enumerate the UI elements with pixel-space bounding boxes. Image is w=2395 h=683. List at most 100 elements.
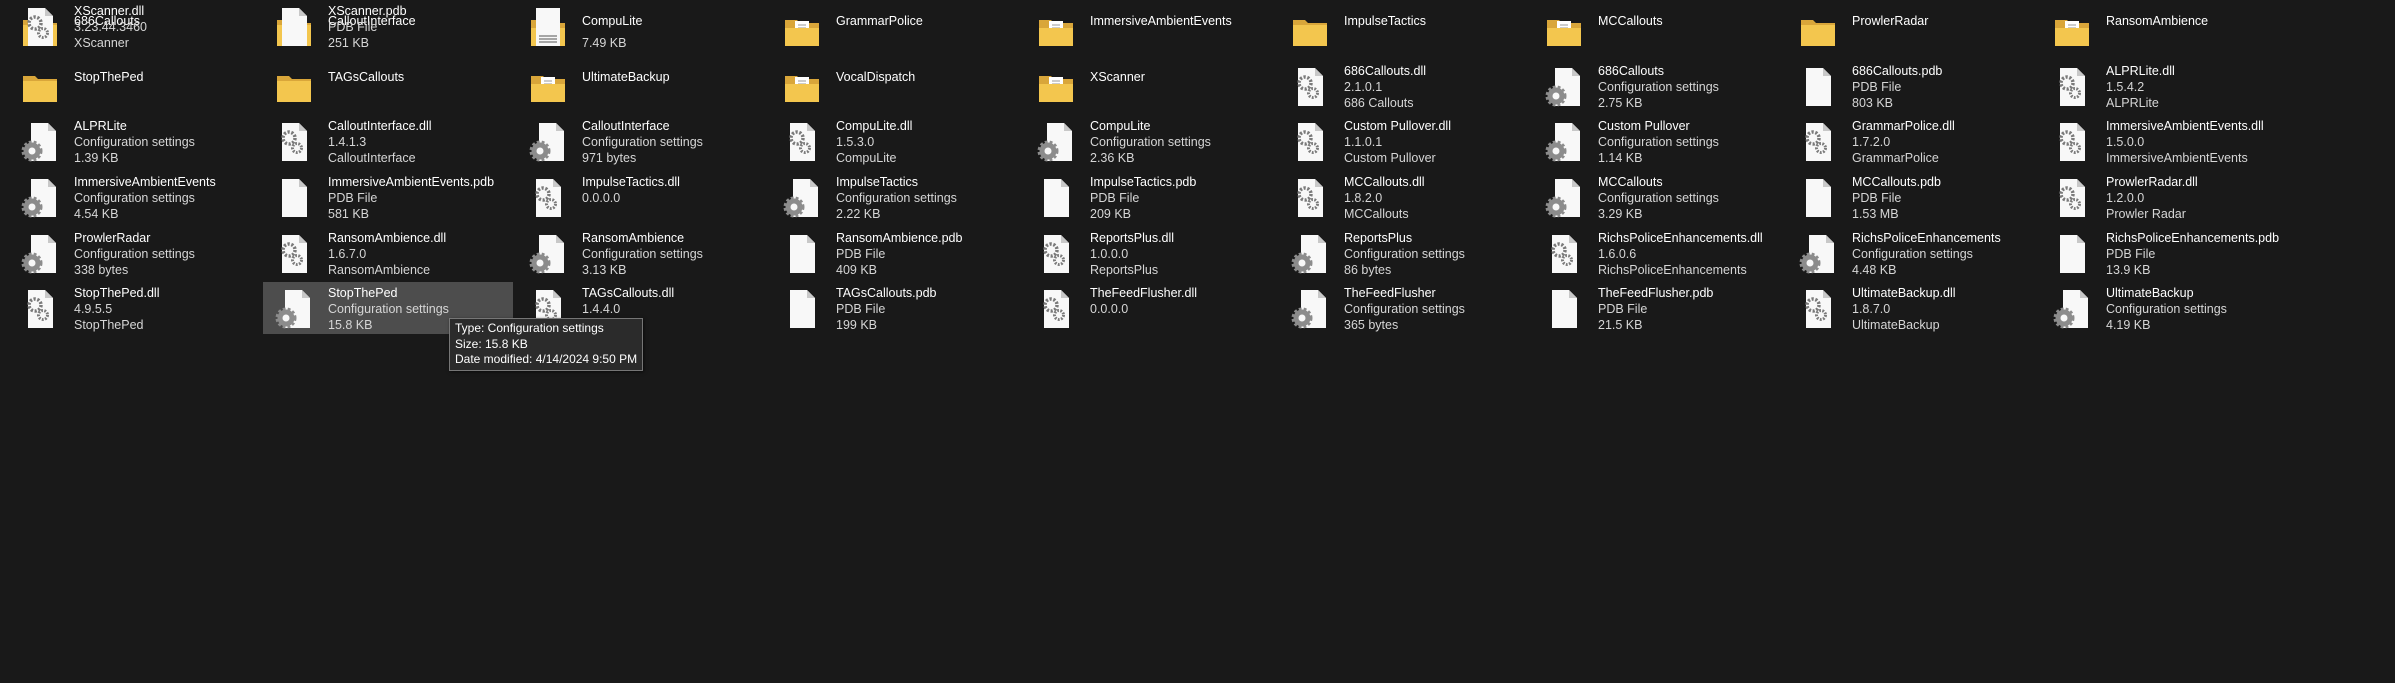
item-extra: 4.54 KB bbox=[74, 207, 119, 221]
file-item[interactable]: MCCallouts.dll 1.8.2.0 MCCallouts bbox=[1279, 171, 1529, 223]
folder-item[interactable]: RansomAmbience bbox=[2041, 4, 2291, 56]
item-details: RichsPoliceEnhancements.dll 1.6.0.6 RichsP… bbox=[1598, 230, 1778, 278]
dll-gear-icon bbox=[1543, 233, 1585, 275]
dll-gear-icon bbox=[781, 121, 823, 163]
item-name: TheFeedFlusher bbox=[1344, 286, 1436, 300]
folder-item[interactable]: ImmersiveAmbientEvents bbox=[1025, 4, 1275, 56]
file-item[interactable]: ImmersiveAmbientEvents.dll 1.5.0.0 Immersi… bbox=[2041, 115, 2291, 167]
file-item[interactable]: 7.49 KB bbox=[517, 0, 767, 52]
folder-with-document-icon bbox=[1035, 66, 1077, 108]
file-item[interactable]: XScanner.pdb PDB File 251 KB bbox=[263, 0, 513, 52]
file-item[interactable]: StopThePed.dll 4.9.5.5 StopThePed bbox=[9, 282, 259, 334]
dll-gear-icon bbox=[2051, 177, 2093, 219]
file-item[interactable]: ProwlerRadar Configuration settings 338 by… bbox=[9, 227, 259, 279]
file-item[interactable]: MCCallouts Configuration settings 3.29 KB bbox=[1533, 171, 1783, 223]
item-detail: 1.6.0.6 bbox=[1598, 247, 1637, 261]
file-item[interactable]: UltimateBackup Configuration settings 4.19… bbox=[2041, 282, 2291, 334]
file-item[interactable]: UltimateBackup.dll 1.8.7.0 UltimateBackup bbox=[1787, 282, 2037, 334]
file-item[interactable]: 686Callouts.dll 2.1.0.1 686 Callouts bbox=[1279, 60, 1529, 112]
item-name: RichsPoliceEnhancements.dll bbox=[1598, 231, 1763, 245]
folder-item[interactable]: ProwlerRadar bbox=[1787, 4, 2037, 56]
file-item[interactable]: ProwlerRadar.dll 1.2.0.0 Prowler Radar bbox=[2041, 171, 2291, 223]
file-item[interactable]: RichsPoliceEnhancements Configuration set… bbox=[1787, 227, 2037, 279]
file-item[interactable]: CompuLite Configuration settings 2.36 KB bbox=[1025, 115, 1275, 167]
item-details: TheFeedFlusher.pdb PDB File 21.5 KB bbox=[1598, 285, 1778, 333]
item-detail: PDB File bbox=[1090, 191, 1140, 205]
item-name: ImpulseTactics bbox=[836, 175, 918, 189]
file-item[interactable]: MCCallouts.pdb PDB File 1.53 MB bbox=[1787, 171, 2037, 223]
file-item[interactable]: TheFeedFlusher Configuration settings 365 … bbox=[1279, 282, 1529, 334]
item-extra: 4.19 KB bbox=[2106, 318, 2151, 332]
item-detail: PDB File bbox=[1852, 80, 1902, 94]
file-item[interactable]: ImpulseTactics Configuration settings 2.22… bbox=[771, 171, 1021, 223]
item-detail: 1.2.0.0 bbox=[2106, 191, 2145, 205]
item-extra: 209 KB bbox=[1090, 207, 1132, 221]
file-item[interactable]: RichsPoliceEnhancements.dll 1.6.0.6 RichsP… bbox=[1533, 227, 1783, 279]
item-details: VocalDispatch bbox=[836, 69, 1016, 85]
folder-item[interactable]: UltimateBackup bbox=[517, 60, 767, 112]
item-name: Custom Pullover.dll bbox=[1344, 119, 1451, 133]
folder-item[interactable]: XScanner bbox=[1025, 60, 1275, 112]
item-details: ImmersiveAmbientEvents.dll 1.5.0.0 Immersi… bbox=[2106, 118, 2286, 166]
file-item[interactable]: Custom Pullover.dll 1.1.0.1 Custom Pullove… bbox=[1279, 115, 1529, 167]
item-details: StopThePed.dll 4.9.5.5 StopThePed bbox=[74, 285, 254, 333]
item-detail: Configuration settings bbox=[74, 135, 195, 149]
dll-gear-icon bbox=[1797, 121, 1839, 163]
file-item[interactable]: ImpulseTactics.dll 0.0.0.0 bbox=[517, 171, 767, 223]
item-details: XScanner bbox=[1090, 69, 1270, 85]
folder-item[interactable]: TAGsCallouts bbox=[263, 60, 513, 112]
folder-with-document-icon bbox=[781, 66, 823, 108]
item-extra: 581 KB bbox=[328, 207, 370, 221]
file-item[interactable]: TAGsCallouts.pdb PDB File 199 KB bbox=[771, 282, 1021, 334]
item-detail: Configuration settings bbox=[1598, 135, 1719, 149]
file-item[interactable]: ReportsPlus.dll 1.0.0.0 ReportsPlus bbox=[1025, 227, 1275, 279]
file-item[interactable]: ImmersiveAmbientEvents Configuration sett… bbox=[9, 171, 259, 223]
item-extra: ALPRLite bbox=[2106, 96, 2159, 110]
folder-item[interactable]: StopThePed bbox=[9, 60, 259, 112]
item-detail: PDB File bbox=[836, 247, 886, 261]
file-item[interactable]: RansomAmbience.pdb PDB File 409 KB bbox=[771, 227, 1021, 279]
item-details: ImmersiveAmbientEvents bbox=[1090, 13, 1270, 29]
item-details: GrammarPolice.dll 1.7.2.0 GrammarPolice bbox=[1852, 118, 2032, 166]
dll-gear-icon bbox=[19, 288, 61, 330]
item-detail: 0.0.0.0 bbox=[1090, 302, 1129, 316]
item-details: RichsPoliceEnhancements.pdb PDB File 13.9 … bbox=[2106, 230, 2286, 278]
file-item[interactable]: CompuLite.dll 1.5.3.0 CompuLite bbox=[771, 115, 1021, 167]
item-detail: Configuration settings bbox=[328, 302, 449, 316]
folder-item[interactable]: ImpulseTactics bbox=[1279, 4, 1529, 56]
item-details: ImpulseTactics.dll 0.0.0.0 bbox=[582, 174, 762, 222]
item-name: CalloutInterface bbox=[582, 119, 670, 133]
folder-item[interactable]: GrammarPolice bbox=[771, 4, 1021, 56]
folder-with-document-icon bbox=[1543, 10, 1585, 52]
text-document-icon bbox=[527, 6, 569, 48]
file-item[interactable]: RansomAmbience Configuration settings 3.13… bbox=[517, 227, 767, 279]
file-item[interactable]: CalloutInterface.dll 1.4.1.3 CalloutInterf… bbox=[263, 115, 513, 167]
item-details: Custom Pullover Configuration settings 1.1… bbox=[1598, 118, 1778, 166]
file-item[interactable]: Custom Pullover Configuration settings 1.1… bbox=[1533, 115, 1783, 167]
item-details: MCCallouts.dll 1.8.2.0 MCCallouts bbox=[1344, 174, 1524, 222]
item-details: RansomAmbience Configuration settings 3.13… bbox=[582, 230, 762, 278]
file-item[interactable]: TheFeedFlusher.dll 0.0.0.0 bbox=[1025, 282, 1275, 334]
file-item[interactable]: ALPRLite.dll 1.5.4.2 ALPRLite bbox=[2041, 60, 2291, 112]
file-item[interactable]: ImmersiveAmbientEvents.pdb PDB File 581 KB bbox=[263, 171, 513, 223]
file-item[interactable]: 686Callouts Configuration settings 2.75 KB bbox=[1533, 60, 1783, 112]
file-item[interactable]: RansomAmbience.dll 1.6.7.0 RansomAmbience bbox=[263, 227, 513, 279]
file-item[interactable]: ReportsPlus Configuration settings 86 byte… bbox=[1279, 227, 1529, 279]
item-name: XScanner.pdb bbox=[328, 4, 407, 18]
folder-item[interactable]: VocalDispatch bbox=[771, 60, 1021, 112]
item-name: TheFeedFlusher.pdb bbox=[1598, 286, 1714, 300]
file-item[interactable]: ImpulseTactics.pdb PDB File 209 KB bbox=[1025, 171, 1275, 223]
file-item[interactable]: 686Callouts.pdb PDB File 803 KB bbox=[1787, 60, 2037, 112]
file-item[interactable]: XScanner.dll 3.23.44.3460 XScanner bbox=[9, 0, 259, 52]
folder-item[interactable]: MCCallouts bbox=[1533, 4, 1783, 56]
item-name: GrammarPolice.dll bbox=[1852, 119, 1955, 133]
file-item[interactable]: CalloutInterface Configuration settings 97… bbox=[517, 115, 767, 167]
dll-gear-icon bbox=[2051, 121, 2093, 163]
file-item[interactable]: RichsPoliceEnhancements.pdb PDB File 13.9 … bbox=[2041, 227, 2291, 279]
item-detail: Configuration settings bbox=[1852, 247, 1973, 261]
config-settings-icon bbox=[1543, 177, 1585, 219]
file-item[interactable]: ALPRLite Configuration settings 1.39 KB bbox=[9, 115, 259, 167]
file-item[interactable]: TheFeedFlusher.pdb PDB File 21.5 KB bbox=[1533, 282, 1783, 334]
file-item[interactable]: GrammarPolice.dll 1.7.2.0 GrammarPolice bbox=[1787, 115, 2037, 167]
item-extra: ReportsPlus bbox=[1090, 263, 1159, 277]
